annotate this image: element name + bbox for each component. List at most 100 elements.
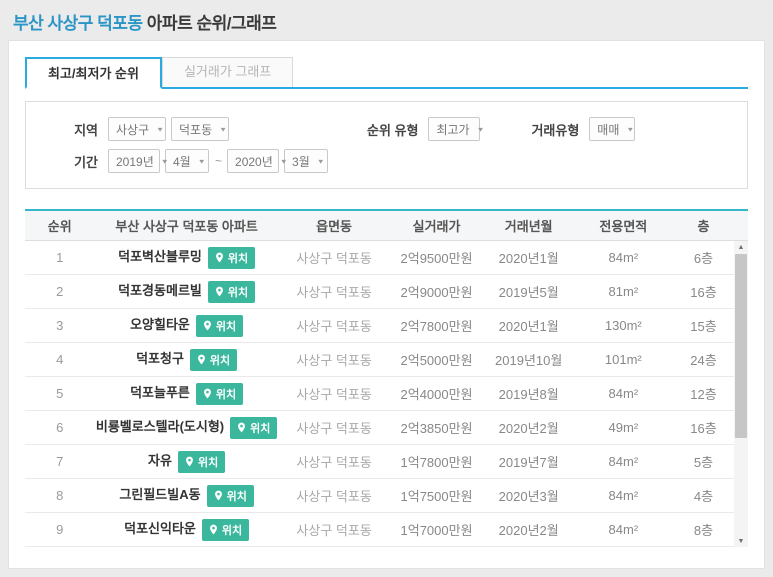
- floor-cell: 16층: [690, 421, 717, 436]
- header-floor: 층: [697, 219, 710, 234]
- header-rank: 순위: [47, 219, 72, 234]
- rank-cell: 5: [56, 386, 64, 401]
- location-button-label: 위치: [215, 388, 237, 401]
- price-cell: 2억9500만원: [400, 251, 473, 266]
- location-pin-icon: [197, 354, 205, 365]
- location-button-label: 위치: [227, 286, 249, 299]
- price-cell: 2억5000만원: [400, 353, 473, 368]
- region-gu-select[interactable]: 사상구 ▼: [108, 117, 166, 141]
- date-cell: 2020년1월: [498, 251, 559, 266]
- date-cell: 2020년2월: [498, 523, 559, 538]
- table-row: 6 비룡벨로스텔라(도시형) 위치 사상구 덕포동 2억3850만원 2020년2…: [25, 411, 734, 445]
- location-button-label: 위치: [250, 422, 271, 435]
- header-price: 실거래가: [412, 219, 461, 234]
- location-button[interactable]: 위치: [195, 314, 244, 337]
- floor-cell: 16층: [690, 285, 717, 300]
- apartment-cell: 덕포벽산블루밍 위치: [94, 246, 278, 269]
- period-end-month-value: 3월: [292, 154, 310, 169]
- tab-bar: 최고/최저가 순위 실거래가 그래프: [25, 57, 748, 89]
- period-filter-group: 기간 2019년 ▼ 4월 ▼ ~ 2020년 ▼ 3월 ▼: [56, 149, 333, 173]
- rank-cell: 2: [56, 284, 64, 299]
- tab-rank[interactable]: 최고/최저가 순위: [25, 57, 162, 89]
- scrollbar-thumb[interactable]: [735, 254, 747, 438]
- dong-cell: 사상구 덕포동: [296, 523, 372, 538]
- rank-type-select[interactable]: 최고가 ▼: [428, 117, 485, 141]
- header-area: 전용면적: [599, 219, 648, 234]
- price-cell: 1억7000만원: [400, 523, 473, 538]
- region-dong-select[interactable]: 덕포동 ▼: [171, 117, 229, 141]
- dong-cell: 사상구 덕포동: [296, 387, 372, 402]
- location-pin-icon: [203, 388, 211, 399]
- apartment-cell: 덕포신익타운 위치: [94, 518, 278, 541]
- location-button[interactable]: 위치: [195, 382, 244, 405]
- period-end-year-select[interactable]: 2020년 ▼: [227, 149, 288, 173]
- page-title: 부산 사상구 덕포동 아파트 순위/그래프: [0, 0, 773, 43]
- apartment-cell: 그린필드빌A동 위치: [94, 484, 278, 507]
- region-gu-value: 사상구: [116, 122, 150, 137]
- date-cell: 2019년8월: [498, 387, 559, 402]
- floor-cell: 12층: [690, 387, 717, 402]
- filter-box: 지역 사상구 ▼ 덕포동 ▼ 순위 유형 최고가 ▼ 거래유형 매매 ▼ 기간 …: [25, 101, 748, 189]
- apartment-name: 자유: [148, 453, 172, 469]
- table-row: 8 그린필드빌A동 위치 사상구 덕포동 1억7500만원 2020년3월 84m…: [25, 479, 734, 513]
- date-cell: 2019년5월: [498, 285, 559, 300]
- price-cell: 2억7800만원: [400, 319, 473, 334]
- apartment-name: 그린필드빌A동: [119, 487, 201, 503]
- period-start-year-select[interactable]: 2019년 ▼: [108, 149, 169, 173]
- location-button[interactable]: 위치: [206, 484, 254, 507]
- table-row: 5 덕포늘푸른 위치 사상구 덕포동 2억4000만원 2019년8월 84m² …: [25, 377, 734, 411]
- location-button[interactable]: 위치: [230, 416, 278, 439]
- area-cell: 81m²: [608, 284, 639, 299]
- rank-cell: 6: [56, 420, 64, 435]
- area-cell: 49m²: [608, 420, 639, 435]
- tab-graph[interactable]: 실거래가 그래프: [161, 57, 294, 87]
- chevron-down-icon: ▼: [156, 125, 165, 133]
- location-pin-icon: [209, 524, 217, 535]
- table-row: 1 덕포벽산블루밍 위치 사상구 덕포동 2억9500만원 2020년1월 84m…: [25, 241, 734, 275]
- apartment-cell: 자유 위치: [94, 450, 278, 473]
- location-pin-icon: [186, 456, 193, 467]
- floor-cell: 24층: [690, 353, 717, 368]
- table-scrollbar[interactable]: ▲ ▼: [734, 241, 748, 547]
- dong-cell: 사상구 덕포동: [296, 285, 372, 300]
- scroll-down-icon[interactable]: ▼: [734, 535, 748, 547]
- filter-row-top: 지역 사상구 ▼ 덕포동 ▼ 순위 유형 최고가 ▼ 거래유형 매매 ▼: [56, 116, 727, 142]
- floor-cell: 15층: [690, 319, 717, 334]
- period-label: 기간: [74, 154, 98, 170]
- area-cell: 84m²: [608, 522, 639, 537]
- rank-type-label: 순위 유형: [367, 122, 419, 138]
- table-body: 1 덕포벽산블루밍 위치 사상구 덕포동 2억9500만원 2020년1월 84m…: [25, 241, 748, 547]
- rank-cell: 8: [56, 488, 64, 503]
- rank-cell: 9: [56, 522, 64, 537]
- period-start-month-select[interactable]: 4월 ▼: [165, 149, 209, 173]
- location-pin-icon: [215, 252, 223, 263]
- header-date: 거래년월: [504, 219, 553, 234]
- scroll-up-icon[interactable]: ▲: [734, 241, 748, 253]
- location-button[interactable]: 위치: [189, 348, 238, 371]
- area-cell: 84m²: [608, 454, 639, 469]
- period-end-month-select[interactable]: 3월 ▼: [284, 149, 329, 173]
- dong-cell: 사상구 덕포동: [296, 455, 372, 470]
- chevron-down-icon: ▼: [279, 157, 288, 165]
- location-button-label: 위치: [221, 524, 243, 537]
- trade-type-value: 매매: [597, 122, 620, 137]
- dong-cell: 사상구 덕포동: [296, 319, 372, 334]
- location-button[interactable]: 위치: [201, 518, 250, 541]
- location-button[interactable]: 위치: [207, 246, 256, 269]
- table-row: 9 덕포신익타운 위치 사상구 덕포동 1억7000만원 2020년2월 84m²…: [25, 513, 734, 547]
- floor-cell: 5층: [693, 455, 714, 470]
- floor-cell: 4층: [693, 489, 714, 504]
- location-button[interactable]: 위치: [177, 450, 226, 473]
- apartment-cell: 오양힐타운 위치: [94, 314, 278, 337]
- date-cell: 2019년10월: [495, 353, 563, 368]
- header-apartment: 부산 사상구 덕포동 아파트: [115, 219, 258, 234]
- trade-type-select[interactable]: 매매 ▼: [589, 117, 636, 141]
- period-start-year-value: 2019년: [116, 154, 154, 169]
- apartment-name: 덕포벽산블루밍: [118, 249, 202, 265]
- area-cell: 101m²: [604, 352, 642, 367]
- location-button[interactable]: 위치: [207, 280, 256, 303]
- rank-cell: 3: [56, 318, 64, 333]
- table-row: 4 덕포청구 위치 사상구 덕포동 2억5000만원 2019년10월 101m²…: [25, 343, 734, 377]
- table-header: 순위 부산 사상구 덕포동 아파트 읍면동 실거래가 거래년월 전용면적 층: [25, 211, 748, 241]
- chevron-down-icon: ▼: [626, 125, 635, 133]
